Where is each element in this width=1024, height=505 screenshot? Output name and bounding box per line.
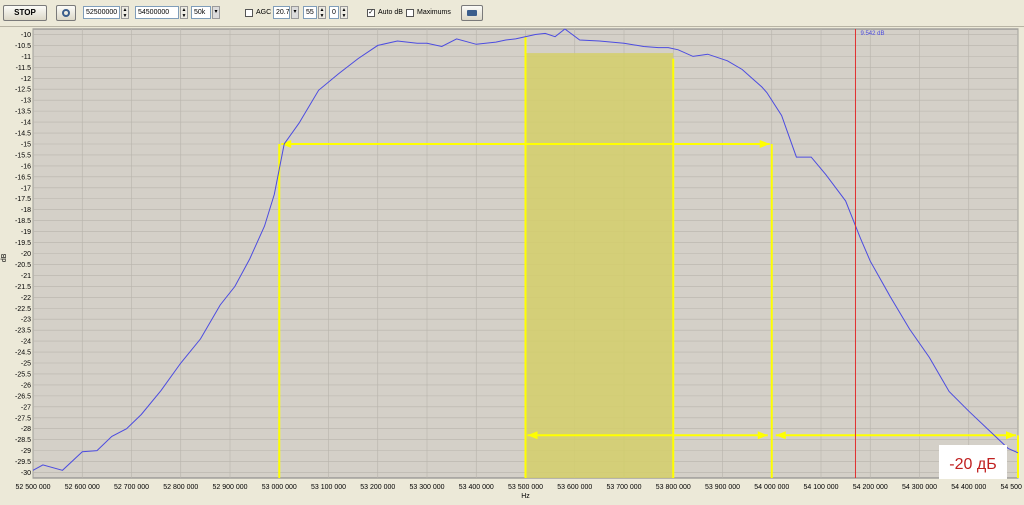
x-tick-label: 54 400 000 xyxy=(951,484,986,491)
x-tick-label: 54 300 000 xyxy=(902,484,937,491)
y-tick-label: -17 xyxy=(21,185,31,192)
sync-button[interactable] xyxy=(56,5,76,21)
agc-level-input[interactable]: 55 xyxy=(303,6,317,19)
agc-step-spinner[interactable]: ▲ ▼ xyxy=(340,6,348,19)
y-tick-label: -11.5 xyxy=(16,65,32,72)
toolbar: STOP 52500000 ▲ ▼ 54500000 ▲ ▼ 50k ▾ AGC 2… xyxy=(0,0,1024,27)
x-tick-label: 53 300 000 xyxy=(409,484,444,491)
y-tick-label: -12.5 xyxy=(15,87,31,94)
agc-checkbox[interactable] xyxy=(245,9,253,17)
y-tick-label: -25.5 xyxy=(15,371,31,378)
y-tick-label: -29 xyxy=(21,448,31,455)
shaded-band xyxy=(525,53,674,478)
x-tick-label: 53 700 000 xyxy=(606,484,641,491)
y-tick-label: -29.5 xyxy=(15,459,31,466)
x-tick-label: 54 000 000 xyxy=(754,484,789,491)
rbw-dropdown-icon[interactable]: ▾ xyxy=(212,6,220,19)
y-axis-label: dB xyxy=(1,253,8,262)
y-tick-label: -10 xyxy=(21,32,31,39)
y-tick-label: -21 xyxy=(21,273,31,280)
y-tick-label: -26 xyxy=(21,382,31,389)
x-tick-label: 53 400 000 xyxy=(459,484,494,491)
y-tick-label: -14.5 xyxy=(15,131,31,138)
x-tick-label: 54 500 000 xyxy=(1000,484,1024,491)
x-axis-label: Hz xyxy=(521,493,530,500)
y-tick-label: -14 xyxy=(21,120,31,127)
y-tick-label: -15 xyxy=(21,141,31,148)
auto-db-checkbox[interactable]: ✓ xyxy=(367,9,375,17)
agc-level-spinner[interactable]: ▲ ▼ xyxy=(318,6,326,19)
stop-frequency-input[interactable]: 54500000 xyxy=(135,6,179,19)
y-tick-label: -25 xyxy=(21,361,31,368)
x-tick-label: 54 200 000 xyxy=(853,484,888,491)
y-tick-label: -23 xyxy=(21,317,31,324)
start-frequency-input[interactable]: 52500000 xyxy=(83,6,120,19)
y-tick-label: -24.5 xyxy=(15,350,31,357)
rbw-select[interactable]: 50k xyxy=(191,6,211,19)
y-tick-label: -16 xyxy=(21,163,31,170)
x-tick-label: 52 600 000 xyxy=(65,484,100,491)
y-tick-label: -12 xyxy=(21,76,31,83)
x-tick-label: 52 700 000 xyxy=(114,484,149,491)
x-tick-label: 53 500 000 xyxy=(508,484,543,491)
y-tick-label: -10.5 xyxy=(15,43,31,50)
x-tick-label: 53 100 000 xyxy=(311,484,346,491)
y-tick-label: -18 xyxy=(21,207,31,214)
x-tick-label: 52 900 000 xyxy=(212,484,247,491)
y-tick-label: -26.5 xyxy=(15,393,31,400)
y-tick-label: -22 xyxy=(21,295,31,302)
x-tick-label: 53 600 000 xyxy=(557,484,592,491)
y-tick-label: -18.5 xyxy=(15,218,31,225)
agc-value-select[interactable]: 20.7 xyxy=(273,6,290,19)
maximums-label: Maximums xyxy=(417,9,451,16)
y-tick-label: -23.5 xyxy=(15,328,31,335)
x-axis-ticks: 52 500 000 52 600 000 52 700 000 52 800 000… xyxy=(15,484,1024,491)
maximums-checkbox[interactable] xyxy=(406,9,414,17)
y-tick-label: -15.5 xyxy=(15,152,31,159)
agc-step-input[interactable]: 0 xyxy=(329,6,339,19)
y-tick-label: -21.5 xyxy=(15,284,31,291)
y-tick-label: -20.5 xyxy=(15,262,31,269)
x-tick-label: 53 900 000 xyxy=(705,484,740,491)
agc-dropdown-icon[interactable]: ▾ xyxy=(291,6,299,19)
y-tick-label: -27.5 xyxy=(15,415,31,422)
x-tick-label: 52 800 000 xyxy=(163,484,198,491)
stop-frequency-spinner[interactable]: ▲ ▼ xyxy=(180,6,188,19)
screenshot-button[interactable] xyxy=(461,5,483,21)
x-tick-label: 54 100 000 xyxy=(803,484,838,491)
y-tick-label: -19.5 xyxy=(15,240,31,247)
y-tick-label: -11 xyxy=(21,54,31,61)
y-tick-label: -30 xyxy=(21,470,31,477)
x-tick-label: 53 000 000 xyxy=(262,484,297,491)
y-tick-label: -24 xyxy=(21,339,31,346)
start-frequency-spinner[interactable]: ▲ ▼ xyxy=(121,6,129,19)
y-tick-label: -17.5 xyxy=(15,196,31,203)
y-tick-label: -20 xyxy=(21,251,31,258)
auto-db-label: Auto dB xyxy=(378,9,403,16)
y-tick-label: -16.5 xyxy=(15,174,31,181)
camera-icon xyxy=(467,10,477,16)
y-tick-label: -28.5 xyxy=(15,437,31,444)
x-tick-label: 53 200 000 xyxy=(360,484,395,491)
sync-icon xyxy=(62,9,70,17)
x-tick-label: 52 500 000 xyxy=(15,484,50,491)
y-tick-label: -28 xyxy=(21,426,31,433)
agc-label: AGC xyxy=(256,9,272,16)
y-tick-label: -13 xyxy=(21,98,31,105)
y-axis-ticks: -10 -10.5 -11 -11.5 -12 -12.5 -13 -13.5 -14 -14.5… xyxy=(15,32,31,477)
marker-value-label: 9.542 dB xyxy=(860,31,884,37)
x-tick-label: 53 800 000 xyxy=(656,484,691,491)
y-tick-label: -13.5 xyxy=(15,109,31,116)
y-tick-label: -27 xyxy=(21,404,31,411)
spectrum-chart[interactable]: 9.542 dB -10 -10.5 -11 -11.5 -12 -12.5 -13 -13.… xyxy=(0,27,1024,505)
y-tick-label: -22.5 xyxy=(15,306,31,313)
stop-button[interactable]: STOP xyxy=(3,5,47,21)
callout-label: -20 дБ xyxy=(949,456,996,473)
y-tick-label: -19 xyxy=(21,229,31,236)
